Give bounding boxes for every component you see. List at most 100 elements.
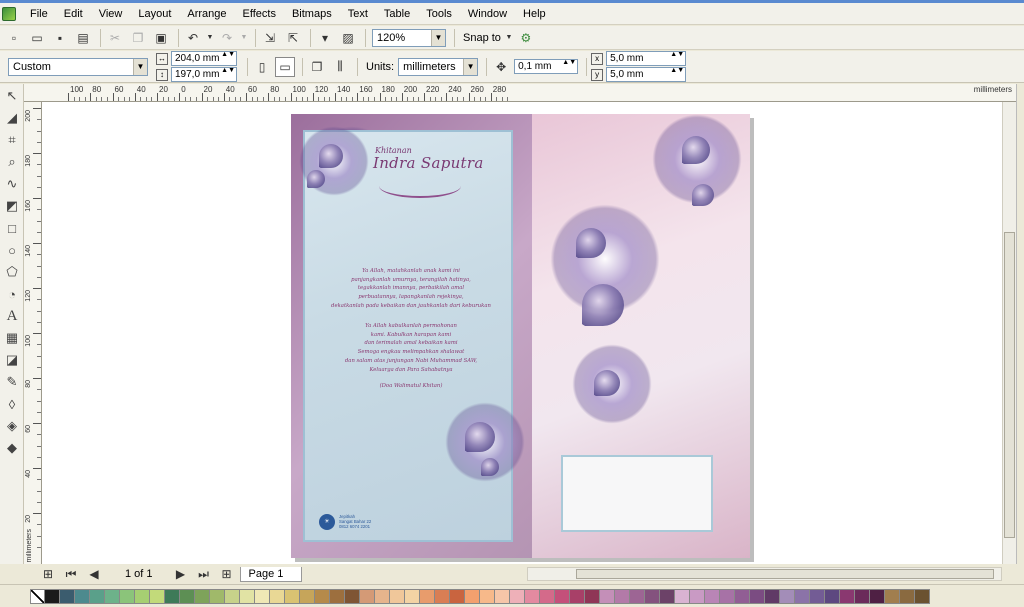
color-swatch[interactable] bbox=[270, 588, 285, 604]
ellipse-tool-icon[interactable]: ○ bbox=[2, 240, 22, 260]
color-swatch[interactable] bbox=[480, 588, 495, 604]
color-swatch[interactable] bbox=[600, 588, 615, 604]
undo-dropdown-icon[interactable]: ▼ bbox=[206, 28, 214, 48]
color-swatch[interactable] bbox=[285, 588, 300, 604]
redo-dropdown-icon[interactable]: ▼ bbox=[240, 28, 248, 48]
basic-shapes-tool-icon[interactable]: ◔ bbox=[2, 284, 22, 304]
horizontal-ruler[interactable]: 100 80 60 40 20 0 20 40 60 80 100 120 140 160 180 200 22… bbox=[24, 84, 1016, 102]
color-swatch[interactable] bbox=[60, 588, 75, 604]
welcome-screen-icon[interactable]: ▨ bbox=[338, 28, 358, 48]
color-swatch[interactable] bbox=[780, 588, 795, 604]
color-swatch[interactable] bbox=[900, 588, 915, 604]
text-tool-icon[interactable]: A bbox=[2, 306, 22, 326]
color-swatch[interactable] bbox=[180, 588, 195, 604]
color-swatch[interactable] bbox=[360, 588, 375, 604]
cut-icon[interactable]: ✂ bbox=[105, 28, 125, 48]
color-swatch[interactable] bbox=[330, 588, 345, 604]
fill-tool-icon[interactable]: ◈ bbox=[2, 416, 22, 436]
color-swatch[interactable] bbox=[420, 588, 435, 604]
horizontal-scroll-thumb[interactable] bbox=[576, 569, 994, 579]
copy-icon[interactable]: ❐ bbox=[128, 28, 148, 48]
menu-view[interactable]: View bbox=[91, 4, 131, 24]
color-swatch[interactable] bbox=[705, 588, 720, 604]
spin-arrows-icon[interactable]: ▲▼ bbox=[221, 51, 235, 58]
freehand-tool-icon[interactable]: ∿ bbox=[2, 174, 22, 194]
color-swatch[interactable] bbox=[870, 588, 885, 604]
menu-window[interactable]: Window bbox=[460, 4, 515, 24]
color-swatch[interactable] bbox=[555, 588, 570, 604]
eyedropper-tool-icon[interactable]: ✎ bbox=[2, 372, 22, 392]
landscape-icon[interactable]: ▭ bbox=[275, 56, 295, 77]
menu-tools[interactable]: Tools bbox=[418, 4, 460, 24]
color-swatch[interactable] bbox=[120, 588, 135, 604]
portrait-icon[interactable]: ▯ bbox=[252, 57, 272, 77]
snap-dropdown-icon[interactable]: ▼ bbox=[505, 28, 513, 48]
vertical-scrollbar[interactable] bbox=[1002, 102, 1016, 564]
color-swatch[interactable] bbox=[750, 588, 765, 604]
color-swatch[interactable] bbox=[495, 588, 510, 604]
color-swatch[interactable] bbox=[795, 588, 810, 604]
color-swatch[interactable] bbox=[615, 588, 630, 604]
color-swatch[interactable] bbox=[405, 588, 420, 604]
color-swatch[interactable] bbox=[690, 588, 705, 604]
color-swatch[interactable] bbox=[315, 588, 330, 604]
menu-edit[interactable]: Edit bbox=[56, 4, 91, 24]
last-page-icon[interactable]: ⏭ bbox=[194, 564, 214, 584]
spin-arrows-icon[interactable]: ▲▼ bbox=[670, 67, 684, 74]
outline-tool-icon[interactable]: ◊ bbox=[2, 394, 22, 414]
import-icon[interactable]: ⇲ bbox=[260, 28, 280, 48]
color-swatch[interactable] bbox=[300, 588, 315, 604]
color-swatch[interactable] bbox=[210, 588, 225, 604]
color-swatch[interactable] bbox=[105, 588, 120, 604]
new-document-icon[interactable]: ▫ bbox=[4, 28, 24, 48]
menu-help[interactable]: Help bbox=[515, 4, 554, 24]
vertical-ruler[interactable]: 200 180 160 140 120 100 80 60 40 20 millimeters bbox=[24, 102, 42, 564]
color-swatch[interactable] bbox=[720, 588, 735, 604]
table-tool-icon[interactable]: ▦ bbox=[2, 328, 22, 348]
all-pages-icon[interactable]: ❐ bbox=[307, 57, 327, 77]
current-page-icon[interactable]: ⫼ bbox=[330, 57, 350, 77]
color-swatch[interactable] bbox=[450, 588, 465, 604]
options-icon[interactable]: ⚙ bbox=[516, 28, 536, 48]
invitation-page[interactable]: Khitanan Indra Saputra Ya Allah, matahka… bbox=[291, 114, 750, 558]
horizontal-scrollbar[interactable] bbox=[527, 567, 1002, 581]
polygon-tool-icon[interactable]: ⬠ bbox=[2, 262, 22, 282]
undo-icon[interactable]: ↶ bbox=[183, 28, 203, 48]
zoom-dropdown[interactable]: 120% ▼ bbox=[372, 28, 446, 47]
smart-fill-tool-icon[interactable]: ◩ bbox=[2, 196, 22, 216]
menu-file[interactable]: File bbox=[22, 4, 56, 24]
color-swatch[interactable] bbox=[570, 588, 585, 604]
page-preset-dropdown[interactable]: Custom ▼ bbox=[8, 57, 148, 76]
application-launcher-icon[interactable]: ▾ bbox=[315, 28, 335, 48]
color-swatch[interactable] bbox=[465, 588, 480, 604]
page-width-field[interactable]: ↔ 204,0 mm ▲▼ bbox=[156, 51, 237, 66]
menu-arrange[interactable]: Arrange bbox=[179, 4, 234, 24]
page-height-field[interactable]: ↕ 197,0 mm ▲▼ bbox=[156, 67, 237, 82]
menu-effects[interactable]: Effects bbox=[235, 4, 284, 24]
color-swatch[interactable] bbox=[90, 588, 105, 604]
color-swatch[interactable] bbox=[75, 588, 90, 604]
color-swatch[interactable] bbox=[630, 588, 645, 604]
spin-arrows-icon[interactable]: ▲▼ bbox=[562, 59, 576, 66]
color-swatch[interactable] bbox=[525, 588, 540, 604]
color-swatch[interactable] bbox=[135, 588, 150, 604]
color-swatch[interactable] bbox=[375, 588, 390, 604]
color-swatch[interactable] bbox=[585, 588, 600, 604]
color-swatch[interactable] bbox=[855, 588, 870, 604]
prev-page-icon[interactable]: ◀ bbox=[84, 564, 104, 584]
color-swatch[interactable] bbox=[345, 588, 360, 604]
no-color-swatch[interactable] bbox=[30, 588, 45, 604]
save-icon[interactable]: ▪ bbox=[50, 28, 70, 48]
color-swatch[interactable] bbox=[765, 588, 780, 604]
add-page-after-icon[interactable]: ⊞ bbox=[217, 564, 237, 584]
color-swatch[interactable] bbox=[390, 588, 405, 604]
redo-icon[interactable]: ↷ bbox=[217, 28, 237, 48]
zoom-tool-icon[interactable]: ⌕ bbox=[2, 152, 22, 172]
color-swatch[interactable] bbox=[195, 588, 210, 604]
menu-table[interactable]: Table bbox=[376, 4, 418, 24]
spin-arrows-icon[interactable]: ▲▼ bbox=[670, 51, 684, 58]
vertical-scroll-thumb[interactable] bbox=[1004, 232, 1015, 538]
color-swatch[interactable] bbox=[840, 588, 855, 604]
duplicate-y-field[interactable]: y 5,0 mm ▲▼ bbox=[591, 67, 687, 82]
export-icon[interactable]: ⇱ bbox=[283, 28, 303, 48]
